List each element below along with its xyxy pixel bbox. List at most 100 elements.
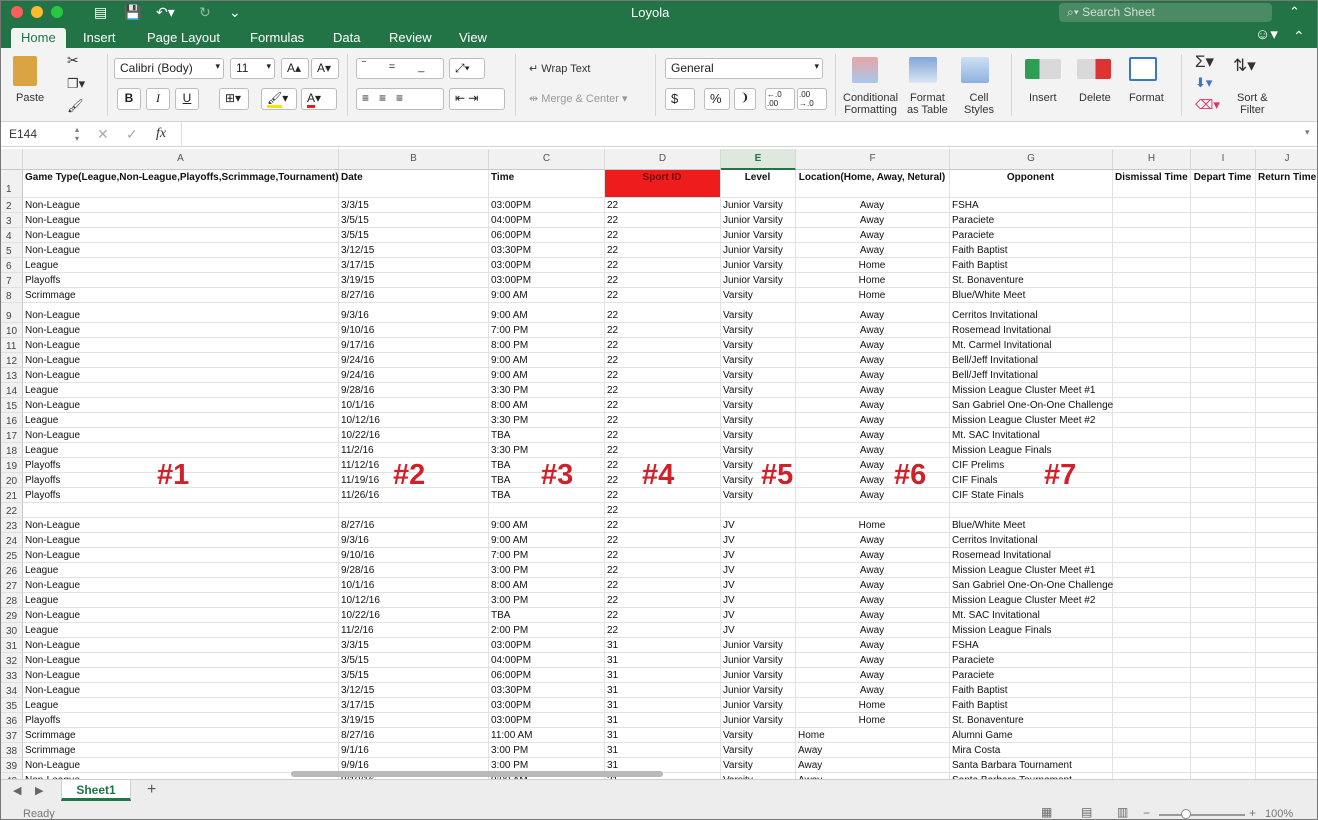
cell-col-h[interactable] [1113,698,1191,713]
cell-col-c[interactable]: 04:00PM [489,213,605,228]
cell-col-h[interactable] [1113,258,1191,273]
cell-col-b[interactable]: 3/5/15 [339,213,489,228]
cell-col-d[interactable]: 22 [605,398,721,413]
cell-col-i[interactable] [1191,623,1256,638]
cell-col-i[interactable] [1191,533,1256,548]
cell-col-g[interactable]: Rosemead Invitational [950,548,1113,563]
cell-col-i[interactable] [1191,728,1256,743]
cell-col-i[interactable] [1191,198,1256,213]
row-header-5[interactable]: 5 [1,243,23,258]
tab-home[interactable]: Home [11,28,66,48]
cell-col-h[interactable] [1113,368,1191,383]
cell-col-g[interactable]: Mission League Cluster Meet #1 [950,563,1113,578]
cell-col-c[interactable]: 3:00 PM [489,563,605,578]
cell-col-b[interactable]: 9/3/16 [339,303,489,323]
cell-col-j[interactable] [1256,458,1317,473]
cell-col-e[interactable]: Varsity [721,383,796,398]
cell-col-e[interactable]: Varsity [721,398,796,413]
sidebar-toggle-icon[interactable]: ▤ [94,4,107,20]
cell-col-d[interactable]: 22 [605,623,721,638]
cell-col-j[interactable] [1256,563,1317,578]
cell-col-f[interactable]: Away [796,593,950,608]
cell-col-h[interactable] [1113,623,1191,638]
cell-col-d[interactable]: 22 [605,608,721,623]
cell-col-f[interactable] [796,503,950,518]
row-header-4[interactable]: 4 [1,228,23,243]
column-header-c[interactable]: C [489,149,605,170]
cell-col-e[interactable]: Varsity [721,338,796,353]
cell-col-d[interactable]: 22 [605,228,721,243]
cell-col-i[interactable] [1191,458,1256,473]
row-header-15[interactable]: 15 [1,398,23,413]
cell-col-e[interactable]: Junior Varsity [721,213,796,228]
cell-col-a[interactable]: Non-League [23,683,339,698]
row-header-12[interactable]: 12 [1,353,23,368]
cell-col-e[interactable]: JV [721,623,796,638]
cell-col-a[interactable]: Non-League [23,368,339,383]
header-cell-col-j[interactable]: Return Time [1256,170,1317,198]
cell-col-d[interactable]: 22 [605,323,721,338]
cell-col-j[interactable] [1256,578,1317,593]
cell-col-b[interactable]: 9/28/16 [339,563,489,578]
orientation-button[interactable]: ⤢▾ [449,58,485,79]
cell-col-h[interactable] [1113,228,1191,243]
paste-button-label[interactable]: Paste [16,92,44,104]
cell-col-e[interactable]: JV [721,593,796,608]
cell-col-a[interactable]: Non-League [23,578,339,593]
cell-col-b[interactable]: 3/12/15 [339,683,489,698]
cell-col-j[interactable] [1256,593,1317,608]
row-header-14[interactable]: 14 [1,383,23,398]
cell-col-g[interactable]: Cerritos Invitational [950,303,1113,323]
cell-col-c[interactable]: 3:30 PM [489,383,605,398]
cell-col-c[interactable]: 11:00 AM [489,728,605,743]
cell-col-i[interactable] [1191,563,1256,578]
cell-col-f[interactable]: Home [796,698,950,713]
cell-col-h[interactable] [1113,398,1191,413]
minimize-window-button[interactable] [31,6,43,18]
cell-col-i[interactable] [1191,698,1256,713]
cell-col-g[interactable] [950,503,1113,518]
cell-col-e[interactable]: Varsity [721,728,796,743]
cell-col-i[interactable] [1191,638,1256,653]
fill-icon[interactable]: ⬇▾ [1195,75,1212,91]
cell-col-j[interactable] [1256,443,1317,458]
italic-button[interactable]: I [146,88,170,110]
row-header-3[interactable]: 3 [1,213,23,228]
cell-col-b[interactable]: 9/1/16 [339,743,489,758]
cell-col-h[interactable] [1113,473,1191,488]
cell-col-e[interactable]: JV [721,563,796,578]
chevron-up-icon[interactable]: ⌃ [1289,4,1300,20]
row-header-21[interactable]: 21 [1,488,23,503]
column-header-g[interactable]: G [950,149,1113,170]
cell-col-g[interactable]: Faith Baptist [950,258,1113,273]
cell-col-c[interactable]: 03:00PM [489,198,605,213]
font-size-select[interactable]: 11 ▾ [230,58,275,79]
row-header-23[interactable]: 23 [1,518,23,533]
bold-button[interactable]: B [117,88,141,110]
merge-center-button[interactable]: ⇹ Merge & Center ▾ [529,92,628,105]
cell-col-h[interactable] [1113,653,1191,668]
column-header-i[interactable]: I [1191,149,1256,170]
cell-col-i[interactable] [1191,758,1256,773]
cell-col-e[interactable]: Junior Varsity [721,638,796,653]
cell-col-b[interactable]: 10/22/16 [339,428,489,443]
cell-col-c[interactable]: 03:00PM [489,698,605,713]
cell-col-d[interactable]: 31 [605,713,721,728]
cell-col-h[interactable] [1113,488,1191,503]
cell-styles-icon[interactable] [961,57,989,83]
fill-color-button[interactable]: 🖌▾ [261,88,297,110]
row-header-9[interactable]: 9 [1,303,23,323]
cell-col-e[interactable] [721,503,796,518]
row-header-1[interactable]: 1 [1,170,23,198]
row-header-10[interactable]: 10 [1,323,23,338]
cell-col-i[interactable] [1191,228,1256,243]
cell-col-g[interactable]: CIF Finals [950,473,1113,488]
cell-col-f[interactable]: Away [796,578,950,593]
cell-col-c[interactable]: 8:00 AM [489,398,605,413]
vertical-align-buttons[interactable]: ‾ = _ [356,58,444,79]
save-icon[interactable]: 💾 [124,4,141,20]
cell-col-a[interactable]: Non-League [23,323,339,338]
cell-col-j[interactable] [1256,228,1317,243]
cell-col-g[interactable]: Bell/Jeff Invitational [950,353,1113,368]
cell-col-f[interactable]: Away [796,443,950,458]
